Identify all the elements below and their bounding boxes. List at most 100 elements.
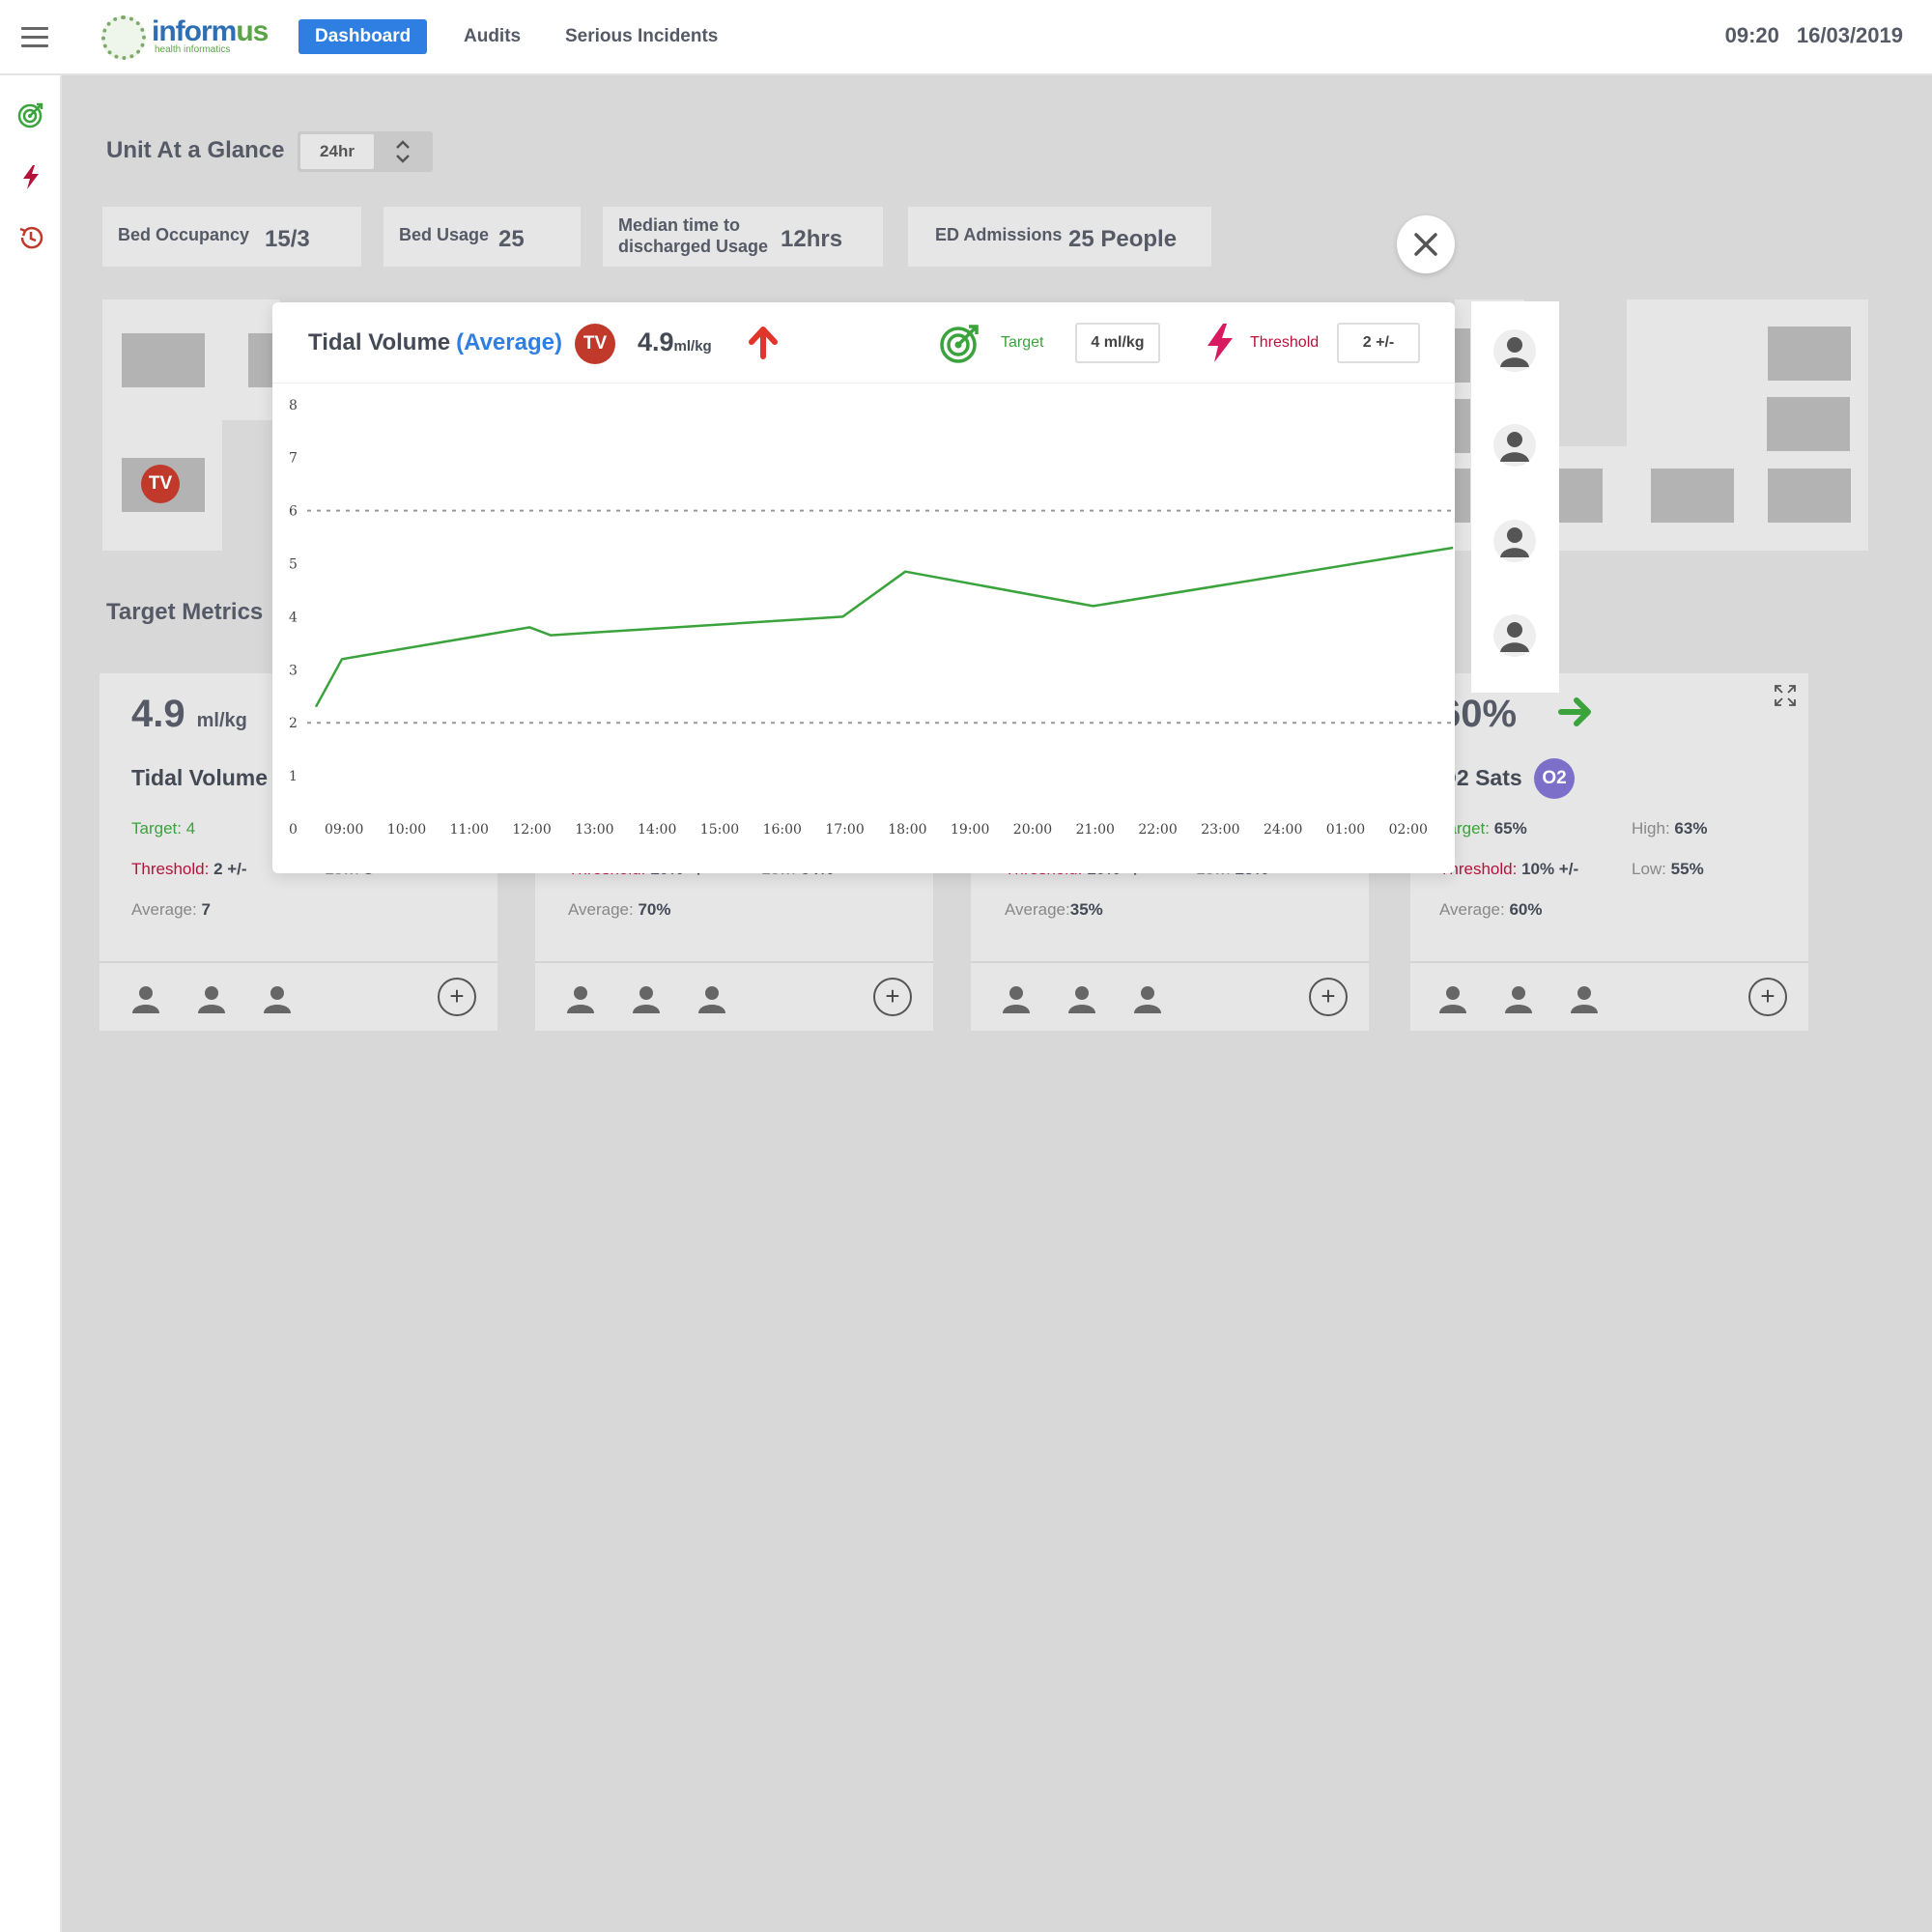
bed[interactable] bbox=[1768, 327, 1851, 381]
avatar-icon[interactable] bbox=[1000, 982, 1033, 1015]
bed[interactable] bbox=[122, 333, 205, 387]
series bbox=[314, 546, 1454, 708]
stat-bed-usage: Bed Usage 25 bbox=[384, 207, 581, 267]
avatar-icon[interactable] bbox=[1492, 328, 1537, 373]
stat-value: 25 People bbox=[1068, 226, 1178, 252]
arrow-up-icon bbox=[749, 327, 778, 359]
bed[interactable] bbox=[1651, 469, 1734, 523]
period-select[interactable]: 24hr bbox=[298, 131, 433, 172]
avatar-icon[interactable] bbox=[129, 982, 162, 1015]
target-value-field[interactable]: 4 ml/kg bbox=[1075, 323, 1160, 363]
target-icon[interactable] bbox=[17, 101, 44, 128]
avatar-icon[interactable] bbox=[564, 982, 597, 1015]
assignee-panel bbox=[1471, 301, 1559, 693]
bed[interactable] bbox=[1455, 399, 1470, 453]
target-icon bbox=[940, 325, 979, 363]
bed[interactable] bbox=[1768, 469, 1851, 523]
modal-header: Tidal Volume (Average) TV 4.9ml/kg Target… bbox=[272, 302, 1455, 384]
nav-audits[interactable]: Audits bbox=[447, 19, 537, 54]
avatar-icon[interactable] bbox=[1436, 982, 1469, 1015]
stat-median-time: Median time to discharged Usage 12hrs bbox=[603, 207, 883, 267]
y-tick-label: 7 bbox=[289, 451, 298, 467]
x-tick-label: 12:00 bbox=[512, 822, 551, 838]
time: 09:20 bbox=[1724, 23, 1779, 47]
x-tick-label: 02:00 bbox=[1389, 822, 1428, 838]
x-tick-label: 21:00 bbox=[1076, 822, 1115, 838]
bolt-icon[interactable] bbox=[17, 163, 44, 190]
reference-lines bbox=[307, 509, 1451, 724]
bolt-icon bbox=[1208, 324, 1233, 362]
close-icon bbox=[1414, 233, 1437, 256]
avatar-icon[interactable] bbox=[1568, 982, 1601, 1015]
metric-threshold: Threshold: 10% +/- bbox=[1439, 860, 1579, 878]
stat-value: 12hrs bbox=[781, 226, 843, 252]
add-button[interactable]: + bbox=[1309, 978, 1348, 1016]
x-tick-label: 09:00 bbox=[325, 822, 363, 838]
history-icon[interactable] bbox=[17, 224, 44, 251]
period-value: 24hr bbox=[300, 134, 374, 169]
stat-bed-occupancy: Bed Occupancy 15/3 bbox=[102, 207, 361, 267]
avatar-icon[interactable] bbox=[261, 982, 294, 1015]
x-tick-label: 17:00 bbox=[825, 822, 864, 838]
threshold-value-field[interactable]: 2 +/- bbox=[1337, 323, 1420, 363]
metric-value: 4.9 ml/kg bbox=[131, 693, 247, 735]
stat-value: 25 bbox=[498, 226, 525, 252]
x-tick-label: 22:00 bbox=[1138, 822, 1177, 838]
x-tick-label: 11:00 bbox=[450, 822, 489, 838]
avatar-icon[interactable] bbox=[195, 982, 228, 1015]
avatar-icon[interactable] bbox=[696, 982, 728, 1015]
metric-average: Average: 7 bbox=[131, 900, 211, 919]
clock: 09:20 16/03/2019 bbox=[1725, 23, 1903, 48]
avatar-icon[interactable] bbox=[1492, 423, 1537, 468]
bed[interactable] bbox=[1455, 328, 1470, 383]
stat-ed-admissions: ED Admissions 25 People bbox=[908, 207, 1211, 267]
avatar-icon[interactable] bbox=[1492, 613, 1537, 658]
modal-title: Tidal Volume (Average) bbox=[308, 329, 562, 355]
metric-name: Tidal Volume bbox=[131, 765, 269, 790]
menu-icon[interactable] bbox=[21, 27, 48, 48]
card-footer: + bbox=[1410, 961, 1808, 1031]
metric-detail-modal: Tidal Volume (Average) TV 4.9ml/kg Target… bbox=[272, 302, 1455, 873]
tv-chip[interactable]: TV bbox=[141, 465, 180, 503]
expand-icon[interactable] bbox=[1773, 683, 1798, 708]
avatar-icon[interactable] bbox=[1131, 982, 1164, 1015]
metric-card-o2-sats[interactable]: 60% O2 Sats O2 Target: 65% High: 63% Thr… bbox=[1410, 673, 1808, 1031]
logo-mark bbox=[101, 15, 146, 60]
add-button[interactable]: + bbox=[438, 978, 476, 1016]
avatar-icon[interactable] bbox=[1065, 982, 1098, 1015]
page-title: Unit At a Glance bbox=[106, 137, 285, 163]
chevron-updown-icon[interactable] bbox=[390, 137, 415, 166]
y-tick-label: 5 bbox=[289, 557, 298, 573]
avatar-icon[interactable] bbox=[630, 982, 663, 1015]
add-button[interactable]: + bbox=[873, 978, 912, 1016]
stat-label: Median time to discharged Usage bbox=[618, 215, 769, 256]
stat-label: ED Admissions bbox=[935, 225, 1063, 244]
y-tick-label: 4 bbox=[289, 610, 298, 625]
x-tick-label: 15:00 bbox=[700, 822, 739, 838]
nav-serious-incidents[interactable]: Serious Incidents bbox=[549, 19, 734, 54]
nav-dashboard[interactable]: Dashboard bbox=[298, 19, 428, 54]
x-tick-label: 01:00 bbox=[1326, 822, 1365, 838]
avatar-icon[interactable] bbox=[1492, 519, 1537, 563]
series-line bbox=[314, 546, 1454, 708]
o2-chip: O2 bbox=[1534, 758, 1575, 799]
modal-value: 4.9ml/kg bbox=[638, 327, 712, 356]
metric-target: Target: 4 bbox=[131, 819, 196, 838]
arrow-right-icon bbox=[1558, 697, 1591, 726]
bed[interactable] bbox=[1559, 469, 1603, 523]
add-button[interactable]: + bbox=[1748, 978, 1787, 1016]
top-bar: informus health informatics Dashboard Au… bbox=[0, 0, 1932, 75]
x-tick-label: 14:00 bbox=[638, 822, 676, 838]
close-button[interactable] bbox=[1397, 215, 1455, 273]
x-tick-label: 10:00 bbox=[387, 822, 426, 838]
y-tick-label: 1 bbox=[289, 769, 298, 784]
logo[interactable]: informus health informatics bbox=[101, 15, 269, 60]
threshold-label: Threshold bbox=[1250, 334, 1320, 351]
bed[interactable] bbox=[1767, 397, 1850, 451]
avatar-icon[interactable] bbox=[1502, 982, 1535, 1015]
bed[interactable] bbox=[1455, 469, 1470, 523]
logo-tagline: health informatics bbox=[155, 44, 231, 55]
tv-chip: TV bbox=[575, 324, 615, 364]
metric-average: Average:35% bbox=[1005, 900, 1103, 919]
bed[interactable] bbox=[248, 333, 272, 387]
